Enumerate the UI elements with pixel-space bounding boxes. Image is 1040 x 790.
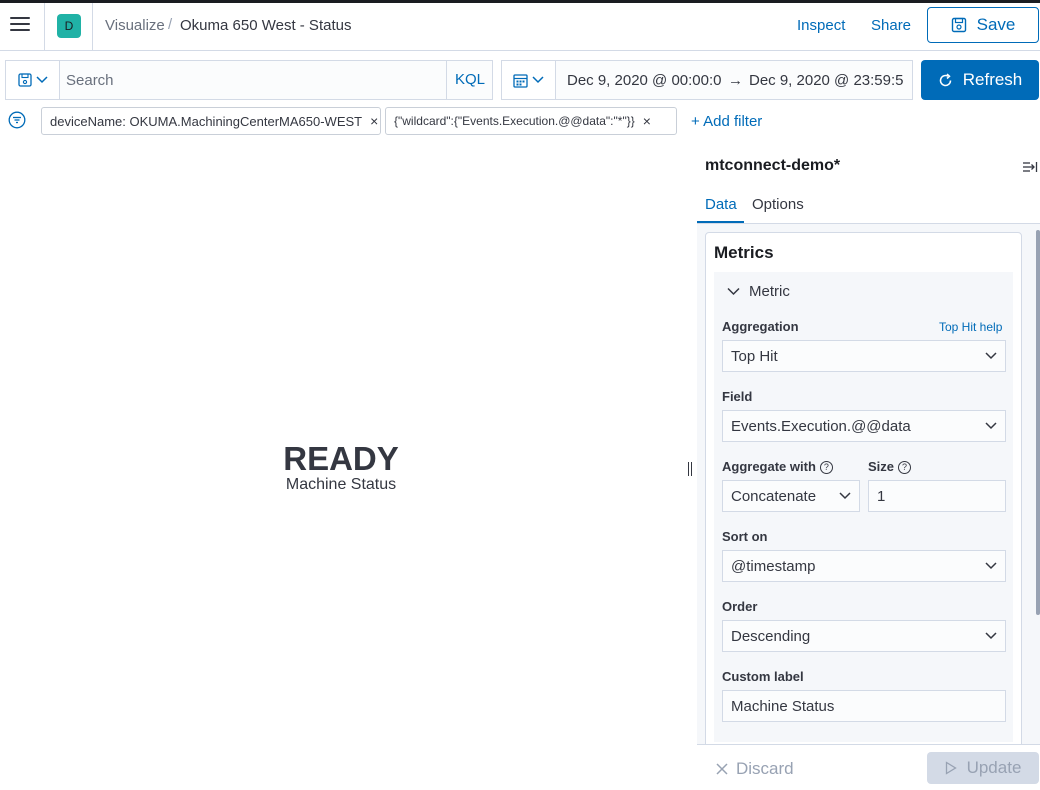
metric-accordion-label: Metric <box>749 283 790 300</box>
share-link[interactable]: Share <box>871 17 911 34</box>
index-pattern-title: mtconnect-demo* <box>705 157 841 174</box>
filter-pill[interactable]: deviceName: OKUMA.MachiningCenterMA650-W… <box>41 107 381 135</box>
metric-accordion-toggle[interactable]: Metric <box>727 283 790 300</box>
aggregate-with-label: Aggregate with? <box>722 459 833 475</box>
order-value: Descending <box>731 627 811 645</box>
top-hit-help-link[interactable]: Top Hit help <box>939 320 1002 334</box>
saved-query-icon <box>17 73 32 87</box>
filter-label: {"wildcard":{"Events.Execution.@@data":"… <box>394 114 635 128</box>
save-icon <box>951 17 966 33</box>
filter-pill[interactable]: {"wildcard":{"Events.Execution.@@data":"… <box>385 107 677 135</box>
filter-options-icon[interactable] <box>8 111 26 129</box>
divider <box>44 3 45 51</box>
add-filter-button[interactable]: + Add filter <box>691 113 762 130</box>
tab-data[interactable]: Data <box>705 196 737 213</box>
sort-on-value: @timestamp <box>731 557 816 575</box>
active-tab-indicator <box>697 221 744 223</box>
order-label: Order <box>722 599 758 614</box>
chevron-down-icon <box>727 287 740 296</box>
chevron-down-icon <box>532 76 544 84</box>
chevron-down-icon <box>839 492 851 500</box>
size-input[interactable]: 1 <box>868 480 1006 512</box>
chevron-down-icon <box>35 76 48 84</box>
sidebar-tabs <box>697 190 1040 224</box>
refresh-icon <box>939 72 951 86</box>
start-date[interactable]: Dec 9, 2020 @ 00:00:0 <box>567 72 722 89</box>
quick-menu-button[interactable] <box>502 61 556 99</box>
breadcrumb-current: Okuma 650 West - Status <box>180 17 352 34</box>
date-picker: Dec 9, 2020 @ 00:00:0 → Dec 9, 2020 @ 23… <box>501 60 913 100</box>
metric-label: Machine Status <box>285 476 397 493</box>
aggregate-with-text: Aggregate with <box>722 459 816 474</box>
aggregation-select[interactable]: Top Hit <box>722 340 1006 372</box>
tab-options[interactable]: Options <box>752 196 804 213</box>
chevron-down-icon <box>985 422 997 430</box>
sort-on-label: Sort on <box>722 529 768 544</box>
update-label: Update <box>966 758 1022 777</box>
breadcrumb-separator: / <box>168 16 173 33</box>
breadcrumb-visualize[interactable]: Visualize <box>105 17 165 34</box>
field-select[interactable]: Events.Execution.@@data <box>722 410 1006 442</box>
chevron-down-icon <box>985 352 997 360</box>
sidebar-scrollbar[interactable] <box>1036 230 1040 615</box>
collapse-sidebar-icon[interactable] <box>1022 160 1038 174</box>
aggregation-label: Aggregation <box>722 319 799 334</box>
inspect-link[interactable]: Inspect <box>797 17 845 34</box>
query-bar: KQL <box>5 60 493 100</box>
aggregate-with-select[interactable]: Concatenate <box>722 480 860 512</box>
order-select[interactable]: Descending <box>722 620 1006 652</box>
end-date[interactable]: Dec 9, 2020 @ 23:59:5 <box>749 72 904 89</box>
chevron-down-icon <box>985 562 997 570</box>
query-language-button[interactable]: KQL <box>446 61 493 99</box>
discard-button[interactable]: Discard <box>716 759 794 779</box>
aggregation-value: Top Hit <box>731 347 778 365</box>
save-label: Save <box>976 15 1016 34</box>
sort-on-select[interactable]: @timestamp <box>722 550 1006 582</box>
menu-icon[interactable] <box>10 17 30 33</box>
filter-label: deviceName: OKUMA.MachiningCenterMA650-W… <box>50 113 363 129</box>
save-button[interactable]: Save <box>927 7 1039 43</box>
size-text: Size <box>868 459 895 474</box>
refresh-button[interactable]: Refresh <box>921 60 1039 100</box>
close-icon[interactable]: × <box>643 113 651 129</box>
aggregate-with-value: Concatenate <box>731 487 817 505</box>
question-icon[interactable]: ? <box>898 461 912 475</box>
custom-label-input[interactable]: Machine Status <box>722 690 1006 722</box>
divider <box>92 3 93 51</box>
question-icon[interactable]: ? <box>819 461 833 475</box>
search-input[interactable] <box>66 61 446 99</box>
panel-resize-handle[interactable] <box>688 462 694 476</box>
metrics-title: Metrics <box>714 243 774 262</box>
discard-label: Discard <box>736 759 794 778</box>
size-label: Size? <box>868 459 912 475</box>
saved-query-button[interactable] <box>6 61 60 99</box>
field-label: Field <box>722 389 753 404</box>
close-icon <box>716 763 728 775</box>
space-avatar[interactable]: D <box>57 14 81 38</box>
play-icon <box>945 761 957 775</box>
refresh-label: Refresh <box>962 70 1023 89</box>
close-icon[interactable]: × <box>370 113 378 129</box>
metric-value: READY <box>283 440 399 477</box>
arrow-right-icon: → <box>728 72 743 89</box>
calendar-icon <box>513 73 528 88</box>
update-button[interactable]: Update <box>927 752 1039 784</box>
field-value: Events.Execution.@@data <box>731 417 911 435</box>
custom-label-label: Custom label <box>722 669 804 684</box>
chevron-down-icon <box>985 632 997 640</box>
